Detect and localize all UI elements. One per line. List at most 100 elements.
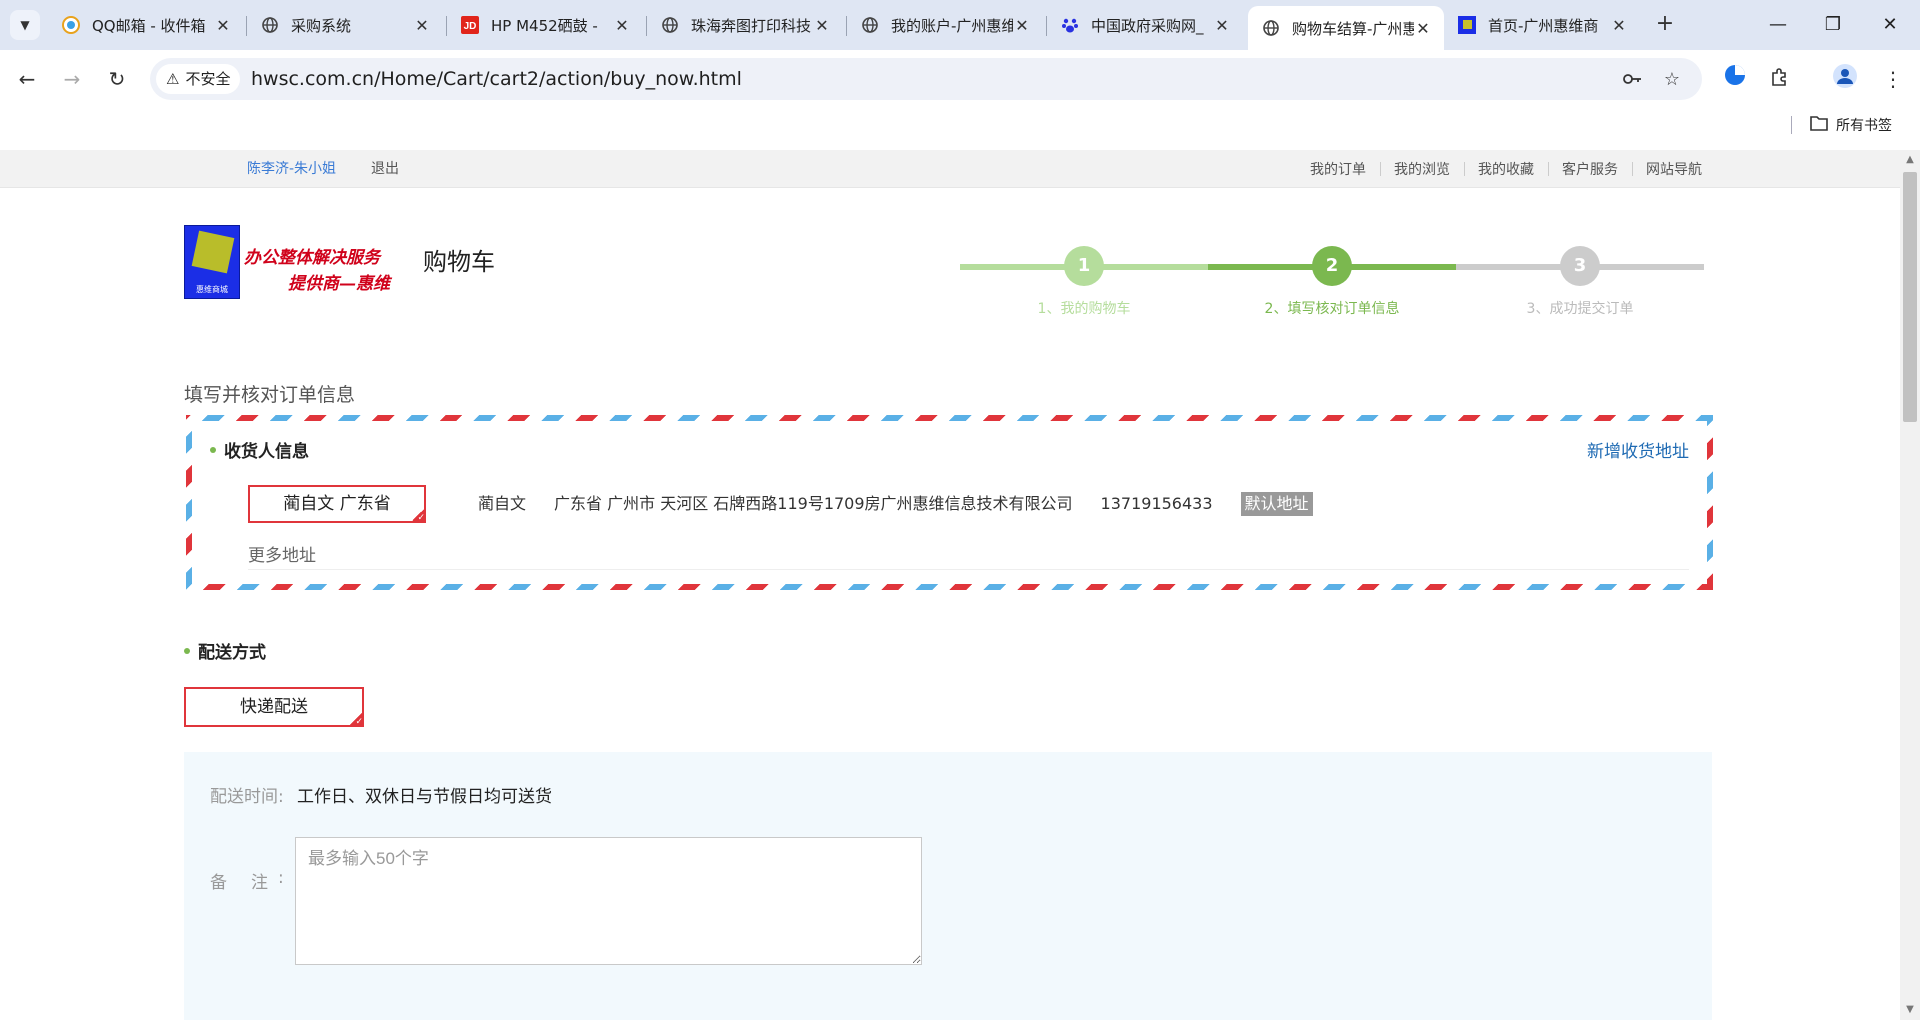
minimize-icon[interactable]: — [1758, 10, 1798, 40]
forward-icon[interactable]: → [57, 64, 87, 94]
nav-my-browsing[interactable]: 我的浏览 [1380, 159, 1464, 179]
more-menu-icon[interactable]: ⋮ [1877, 63, 1909, 95]
security-chip[interactable]: ⚠ 不安全 [156, 64, 241, 94]
tab-cart-checkout[interactable]: 购物车结算-广州惠维 ✕ [1248, 6, 1444, 50]
add-address-link[interactable]: 新增收货地址 [1587, 437, 1689, 462]
tab-title: HP M452硒鼓 - [491, 16, 598, 35]
warning-icon: ⚠ [166, 70, 180, 88]
order-note-input[interactable] [295, 837, 922, 965]
consignee-heading: 收货人信息 [210, 437, 309, 462]
shipping-panel: 配送时间: 工作日、双休日与节假日均可送货 备注 : [184, 752, 1712, 1020]
svg-text:JD: JD [464, 21, 477, 32]
close-tab-icon[interactable]: ✕ [813, 16, 831, 35]
tab-my-account[interactable]: 我的账户-广州惠维 ✕ [847, 8, 1043, 42]
tab-search-chevron-icon[interactable]: ▼ [10, 10, 40, 40]
profile-manager-icon[interactable] [1719, 63, 1751, 95]
nav-my-orders[interactable]: 我的订单 [1296, 159, 1380, 179]
site-top-bar: 陈李济-朱小姐 退出 我的订单 我的浏览 我的收藏 客户服务 网站导航 [0, 150, 1900, 188]
default-address-badge: 默认地址 [1240, 492, 1313, 516]
logo-hand-icon [191, 230, 235, 274]
consignee-address: 广东省 广州市 天河区 石牌西路119号1709房广州惠维信息技术有限公司 [554, 494, 1073, 513]
close-tab-icon[interactable]: ✕ [1013, 16, 1031, 35]
page-scrollbar[interactable]: ▲ ▼ [1900, 150, 1920, 1020]
close-tab-icon[interactable]: ✕ [1610, 16, 1628, 35]
more-addresses-link[interactable]: 更多地址 [248, 541, 316, 566]
close-tab-icon[interactable]: ✕ [1213, 16, 1231, 35]
close-tab-icon[interactable]: ✕ [413, 16, 431, 35]
globe-icon [1262, 19, 1280, 37]
tab-title: 采购系统 [291, 16, 352, 35]
checkout-steps: 1 2 3 1、我的购物车 2、填写核对订单信息 3、成功提交订单 [960, 246, 1704, 317]
all-bookmarks[interactable]: 所有书签 [1810, 112, 1892, 140]
top-nav: 我的订单 我的浏览 我的收藏 客户服务 网站导航 [1296, 150, 1702, 188]
close-tab-icon[interactable]: ✕ [214, 16, 232, 35]
address-chip-label: 蔺自文 广东省 [283, 494, 391, 514]
step-circle-3: 3 [1560, 246, 1600, 286]
security-label: 不安全 [185, 70, 231, 88]
globe-icon [261, 16, 279, 34]
address-bar[interactable]: ⚠ 不安全 hwsc.com.cn/Home/Cart/cart2/action… [150, 58, 1702, 100]
close-tab-icon[interactable]: ✕ [1414, 19, 1432, 38]
user-name-link[interactable]: 陈李济-朱小姐 [247, 150, 336, 188]
consignee-name: 蔺自文 [478, 494, 527, 513]
selected-address-chip[interactable]: 蔺自文 广东省 ✓ [248, 485, 426, 523]
logo-slogan-line2: 提供商—惠维 [288, 274, 390, 294]
delivery-time-value: 工作日、双休日与节假日均可送货 [297, 787, 552, 807]
tab-title: 我的账户-广州惠维 [891, 16, 1013, 35]
extensions-icon[interactable] [1764, 63, 1796, 95]
tab-title: 首页-广州惠维商 [1488, 16, 1599, 35]
site-icon [1458, 16, 1476, 34]
step-circle-1: 1 [1064, 246, 1104, 286]
reload-icon[interactable]: ↻ [102, 64, 132, 94]
tab-pantum[interactable]: 珠海奔图打印科技 ✕ [647, 8, 843, 42]
nav-my-favorites[interactable]: 我的收藏 [1464, 159, 1548, 179]
shipping-method-label: 快递配送 [240, 697, 308, 717]
note-colon: : [278, 868, 284, 888]
bookmarks-bar: 所有书签 [0, 108, 1920, 150]
logo-mark: 惠维商城 [184, 225, 240, 299]
step-circle-2: 2 [1312, 246, 1352, 286]
bullet-dot [184, 647, 190, 654]
scroll-down-icon[interactable]: ▼ [1900, 1000, 1920, 1020]
new-tab-icon[interactable]: + [1652, 12, 1678, 38]
globe-icon [861, 16, 879, 34]
tab-procurement[interactable]: 采购系统 ✕ [247, 8, 443, 42]
consignee-phone: 13719156433 [1100, 494, 1213, 513]
bookmarks-separator [1791, 116, 1792, 134]
shipping-heading: 配送方式 [184, 638, 266, 663]
shipping-heading-text: 配送方式 [198, 643, 266, 663]
back-icon[interactable]: ← [12, 64, 42, 94]
tab-title: 珠海奔图打印科技 [691, 16, 812, 35]
all-bookmarks-label: 所有书签 [1836, 118, 1892, 134]
close-tab-icon[interactable]: ✕ [613, 16, 631, 35]
divider [248, 569, 1689, 570]
logo-slogan-line1: 办公整体解决服务 [244, 248, 380, 268]
close-window-icon[interactable]: ✕ [1870, 10, 1910, 40]
logout-link[interactable]: 退出 [371, 150, 399, 188]
scrollbar-thumb[interactable] [1903, 172, 1917, 422]
step-label-2: 2、填写核对订单信息 [1264, 301, 1400, 317]
tab-ccgp[interactable]: 中国政府采购网_ ✕ [1047, 8, 1243, 42]
nav-customer-service[interactable]: 客户服务 [1548, 159, 1632, 179]
tab-jd-hp[interactable]: JD HP M452硒鼓 - ✕ [447, 8, 643, 42]
delivery-time-label: 配送时间: [210, 787, 284, 807]
site-logo[interactable]: 惠维商城 办公整体解决服务 提供商—惠维 [184, 225, 390, 299]
url-text[interactable]: hwsc.com.cn/Home/Cart/cart2/action/buy_n… [251, 58, 742, 100]
page-content: 陈李济-朱小姐 退出 我的订单 我的浏览 我的收藏 客户服务 网站导航 惠维商城… [0, 150, 1900, 1020]
key-icon[interactable] [1620, 68, 1644, 92]
account-avatar-icon[interactable] [1829, 63, 1861, 95]
selected-check-icon: ✓ [410, 507, 426, 523]
tab-qq-mail[interactable]: QQ邮箱 - 收件箱 ✕ [48, 8, 244, 42]
jd-icon: JD [461, 16, 479, 34]
nav-site-map[interactable]: 网站导航 [1632, 159, 1702, 179]
tab-home-huiwei[interactable]: 首页-广州惠维商 ✕ [1444, 8, 1640, 42]
folder-icon [1810, 112, 1828, 140]
scroll-up-icon[interactable]: ▲ [1900, 150, 1920, 170]
selected-check-icon: ✓ [348, 711, 364, 727]
bookmark-star-icon[interactable]: ☆ [1660, 68, 1684, 92]
restore-icon[interactable]: ❐ [1813, 10, 1853, 40]
consignee-heading-text: 收货人信息 [224, 442, 309, 462]
consignee-box: 收货人信息 新增收货地址 蔺自文 广东省 ✓ 蔺自文 广东省 广州市 天河区 石… [186, 415, 1713, 590]
express-delivery-option[interactable]: 快递配送 ✓ [184, 687, 364, 727]
paw-icon [1061, 16, 1079, 34]
